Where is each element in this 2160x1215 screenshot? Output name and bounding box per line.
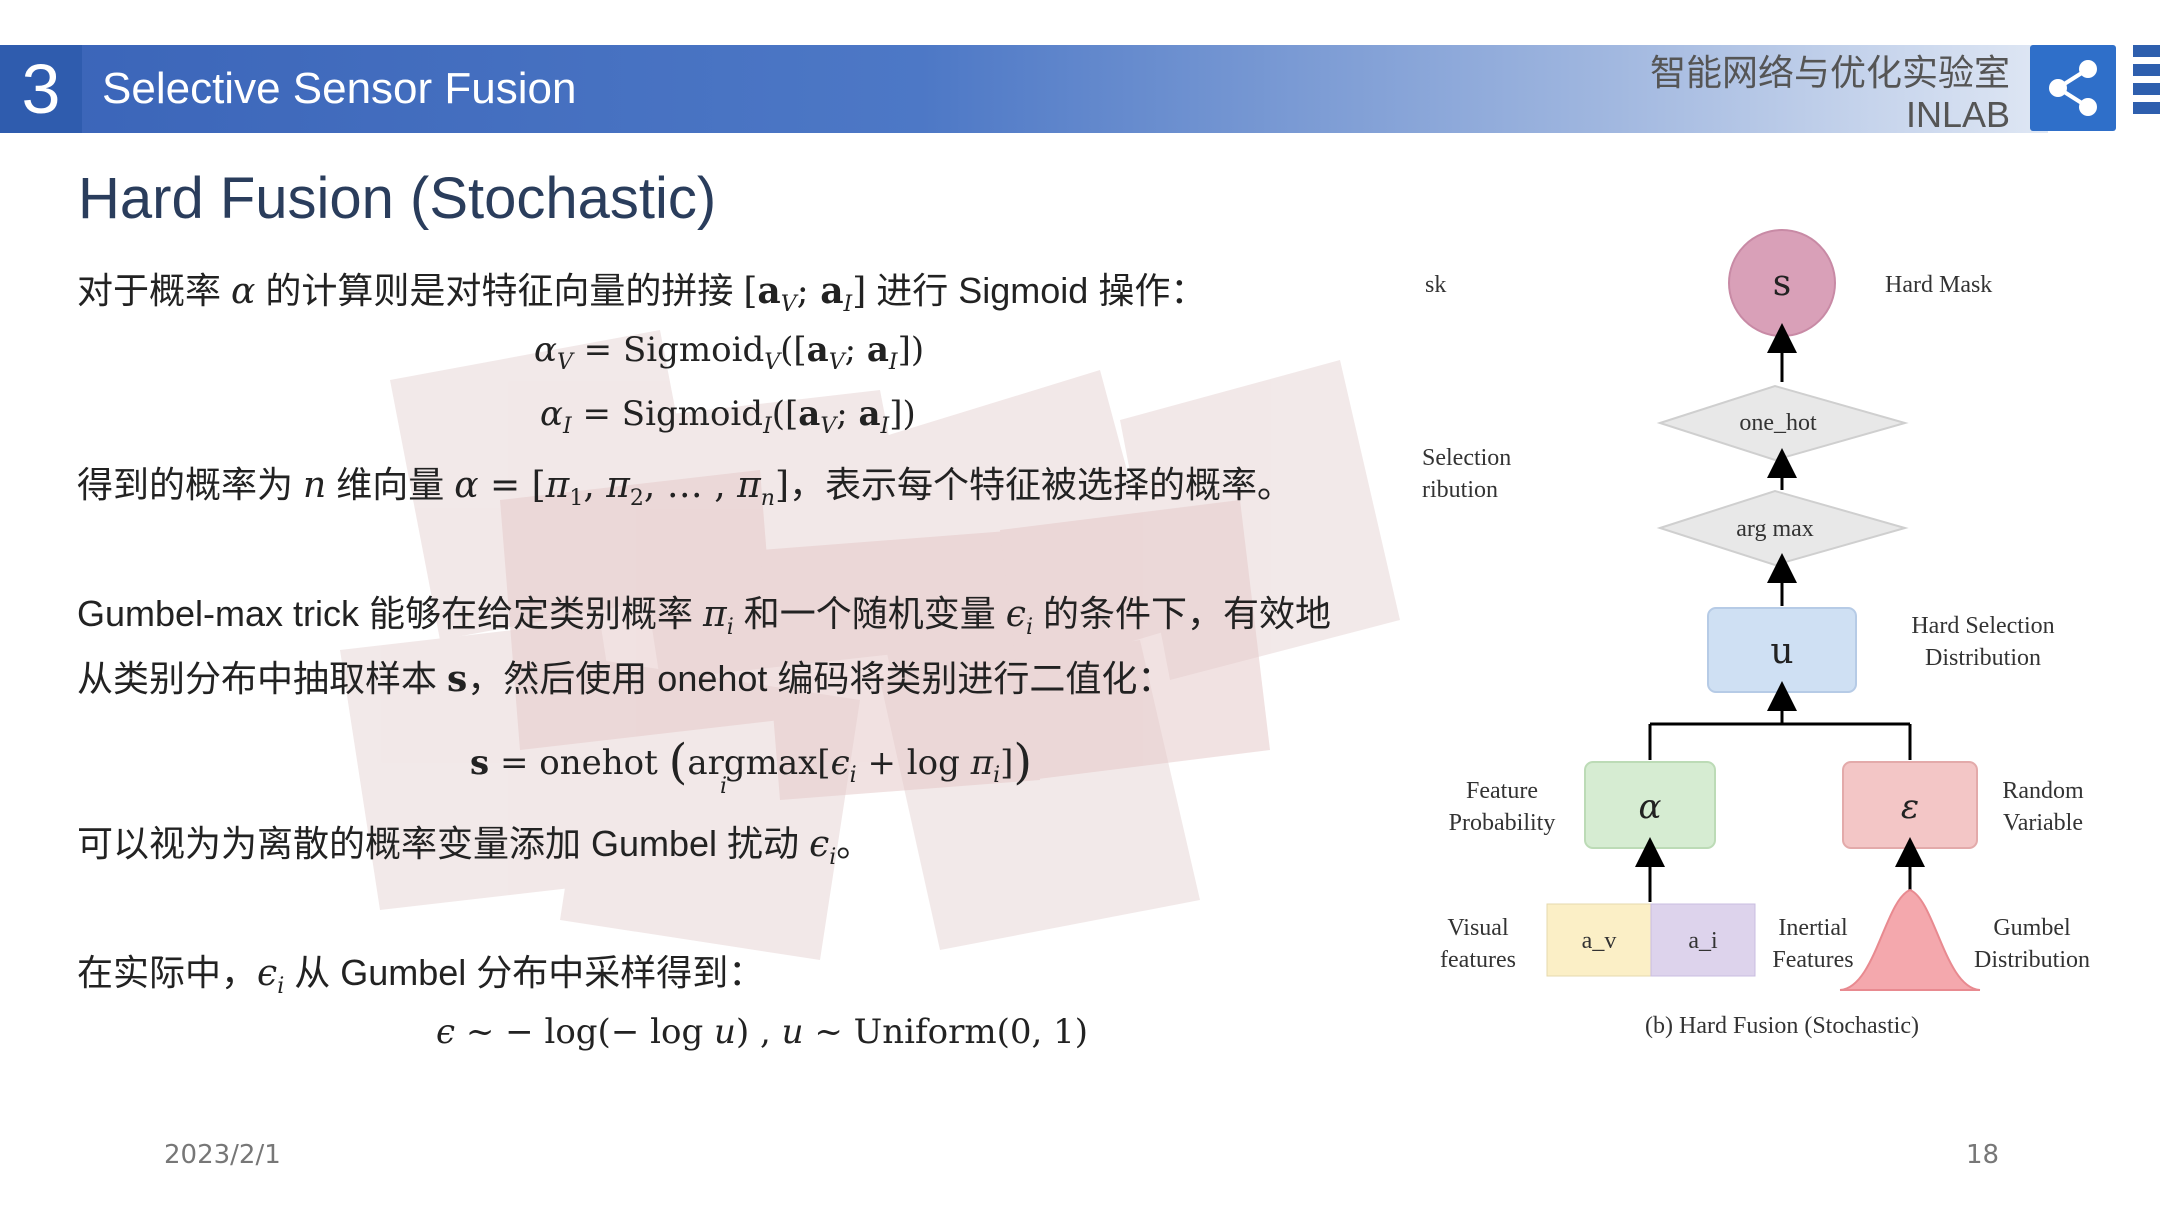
label-vf-2: features <box>1440 947 1516 973</box>
label-if-1: Inertial <box>1778 915 1848 941</box>
paragraph-4: 从类别分布中抽取样本 s，然后使用 onehot 编码将类别进行二值化： <box>77 658 1174 700</box>
label-gd-1: Gumbel <box>1993 915 2071 941</box>
label-rv-2: Variable <box>2003 810 2083 836</box>
p6-text-b: 从 Gumbel 分布中采样得到： <box>284 952 765 993</box>
p2-text-a: 得到的概率为 <box>77 464 304 505</box>
slide-title: Hard Fusion (Stochastic) <box>78 166 717 231</box>
label-hsd-2: Distribution <box>1925 645 2041 671</box>
paragraph-1: 对于概率 α 的计算则是对特征向量的拼接 [aV; aI] 进行 Sigmoid… <box>77 270 1207 318</box>
p1-text-a: 对于概率 <box>77 270 232 311</box>
node-alpha-label: α <box>1639 787 1662 827</box>
section-number: 3 <box>0 45 82 133</box>
label-gd-2: Distribution <box>1974 947 2090 973</box>
diagram-caption: (b) Hard Fusion (Stochastic) <box>1645 1013 1919 1039</box>
header-stripes <box>2133 45 2160 133</box>
lab-name: 智能网络与优化实验室 INLAB <box>1650 52 2010 136</box>
label-fp-1: Feature <box>1466 778 1538 804</box>
equation-alpha-i: αI = SigmoidI([aV; aI]) <box>540 394 916 439</box>
p2-text-b: 维向量 <box>326 464 455 505</box>
node-eps-label: ε <box>1901 787 1919 827</box>
label-vf-1: Visual <box>1447 915 1509 941</box>
p3-text-b: 和一个随机变量 <box>733 593 1006 634</box>
label-hard-mask: Hard Mask <box>1885 272 1992 298</box>
p6-text-a: 在实际中， <box>77 952 258 993</box>
share-icon <box>2049 60 2097 116</box>
gumbel-curve <box>1839 888 1981 991</box>
paragraph-6: 在实际中，ϵi 从 Gumbel 分布中采样得到： <box>77 952 765 1000</box>
node-s-label: s <box>1773 263 1791 304</box>
paragraph-5: 可以视为为离散的概率变量添加 Gumbel 扰动 ϵi。 <box>77 823 873 871</box>
lab-name-en: INLAB <box>1905 94 2010 135</box>
label-fp-2: Probability <box>1449 810 1556 836</box>
cut-label-ribution: ribution <box>1422 477 1498 503</box>
hard-fusion-diagram: sk Selection ribution s Hard Mask one_ho… <box>1422 229 2090 1039</box>
cut-label-selection: Selection <box>1422 445 1511 471</box>
footer-date: 2023/2/1 <box>164 1140 281 1170</box>
label-rv-1: Random <box>2002 778 2084 804</box>
node-argmax-label: arg max <box>1736 516 1814 542</box>
section-title: Selective Sensor Fusion <box>102 64 577 113</box>
node-onehot-label: one_hot <box>1739 410 1817 436</box>
p1-text-b: 的计算则是对特征向量的拼接 <box>255 270 744 311</box>
p4-text-a: 从类别分布中抽取样本 <box>77 658 448 699</box>
node-u-label: u <box>1770 631 1793 672</box>
node-av-label: a_v <box>1582 928 1617 954</box>
equation-gumbel: ϵ ~ − log(− log u) , u ~ Uniform(0, 1) <box>436 1012 1089 1052</box>
paragraph-3: Gumbel-max trick 能够在给定类别概率 πi 和一个随机变量 ϵi… <box>77 593 1332 641</box>
cut-label-sk: sk <box>1425 272 1446 298</box>
p2-text-c: ，表示每个特征被选择的概率。 <box>788 464 1293 505</box>
label-if-2: Features <box>1772 947 1853 973</box>
label-hsd-1: Hard Selection <box>1911 613 2054 639</box>
p4-text-b: ，然后使用 onehot 编码将类别进行二值化： <box>467 658 1174 699</box>
equation-onehot: s = onehot (argmax[ϵi + log πi]) i <box>470 734 1033 799</box>
node-ai-label: a_i <box>1688 928 1718 954</box>
p5-text-b: 。 <box>836 823 873 864</box>
lab-name-cn: 智能网络与优化实验室 <box>1649 52 2010 93</box>
p5-text-a: 可以视为为离散的概率变量添加 Gumbel 扰动 <box>77 823 810 864</box>
p3-text-c: 的条件下，有效地 <box>1033 593 1332 634</box>
p3-text-a: Gumbel-max trick 能够在给定类别概率 <box>77 593 704 634</box>
p1-text-c: 进行 Sigmoid 操作： <box>866 270 1207 311</box>
page-number: 18 <box>1966 1140 2000 1170</box>
share-button[interactable] <box>2030 45 2116 131</box>
equation-alpha-v: αV = SigmoidV([aV; aI]) <box>534 330 925 375</box>
paragraph-2: 得到的概率为 n 维向量 α = [π1, π2, … , πn]，表示每个特征… <box>77 464 1293 512</box>
